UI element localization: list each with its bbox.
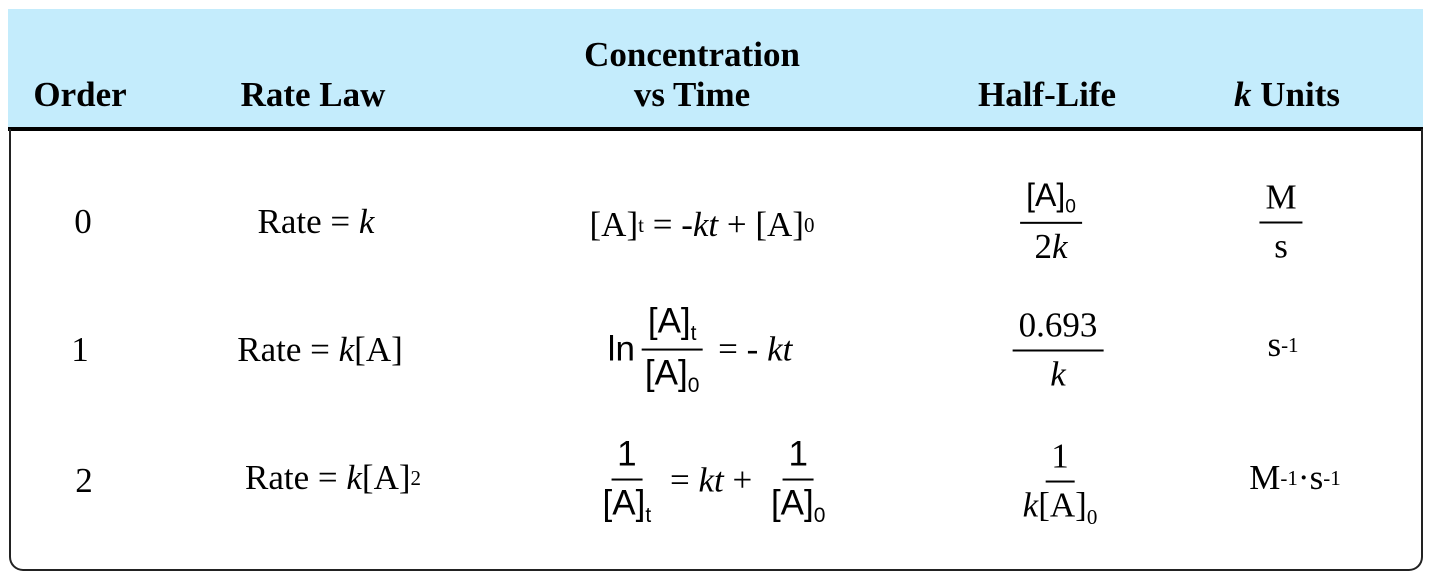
row1-conc: ln [A]t [A]0 = - kt: [607, 301, 793, 398]
row0-order: 0: [74, 202, 92, 241]
row2-order: 2: [75, 461, 93, 500]
row2-rate-law: Rate = k [A] 2: [244, 458, 422, 497]
header-concentration: Concentration vs Time: [584, 35, 800, 115]
row0-rate-law: Rate = k: [257, 202, 375, 241]
row1-k-units: s -1: [1267, 325, 1299, 364]
row0-half-life: [A]0 2k: [1016, 177, 1086, 266]
header-k-units: k Units: [1234, 75, 1340, 114]
header-rate-law: Rate Law: [240, 75, 386, 114]
header-conc-line2: vs Time: [633, 75, 751, 114]
row2-k-units: M -1 · s -1: [1249, 458, 1341, 497]
header-half-life: Half-Life: [977, 75, 1117, 114]
row2-conc: 1 [A]t = kt + 1 [A]0: [602, 434, 826, 527]
row1-rate-law: Rate = k [A]: [237, 330, 403, 369]
row0-k-units: Ms: [1255, 178, 1306, 266]
header-order: Order: [33, 75, 127, 114]
header-conc-line1: Concentration: [584, 35, 800, 74]
row1-half-life: 0.693 k: [1009, 306, 1108, 394]
row0-conc: [A] t = - kt + [A] 0: [589, 205, 815, 244]
row1-order: 1: [71, 330, 89, 369]
row2-half-life: 1 k[A]0: [1022, 436, 1098, 529]
